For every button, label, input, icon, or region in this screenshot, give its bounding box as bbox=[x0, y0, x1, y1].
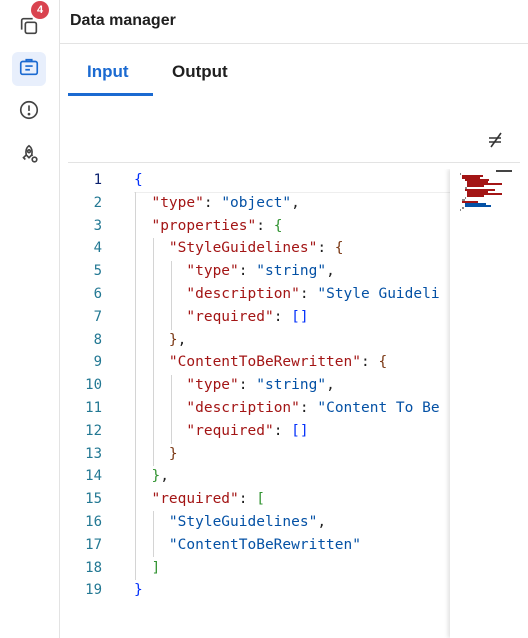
minimap-line bbox=[462, 207, 464, 209]
files-button[interactable]: 4 bbox=[12, 1, 49, 45]
panel-header: Data manager bbox=[60, 0, 528, 44]
deploy-button[interactable] bbox=[12, 139, 46, 173]
line-number: 6 bbox=[93, 285, 102, 302]
notification-badge: 4 bbox=[31, 1, 49, 19]
line-number: 9 bbox=[93, 354, 102, 371]
line-number: 11 bbox=[85, 399, 102, 416]
data-manager-button[interactable] bbox=[12, 52, 46, 86]
minimap-line bbox=[464, 197, 466, 199]
line-number: 16 bbox=[85, 513, 102, 530]
line-number: 7 bbox=[93, 308, 102, 325]
json-editor[interactable]: 1 2 3 4 5 6 7 8 9 10 11 12 13 14 15 16 17 18 19 { "type": … bbox=[68, 169, 520, 638]
code-minimap[interactable] bbox=[450, 169, 520, 638]
line-number: 4 bbox=[93, 240, 102, 257]
minimap-line bbox=[467, 195, 484, 197]
indent-guide bbox=[171, 375, 172, 444]
alert-icon bbox=[18, 99, 40, 126]
line-number: 3 bbox=[93, 217, 102, 234]
page-title: Data manager bbox=[70, 12, 176, 29]
line-number: 12 bbox=[85, 422, 102, 439]
tab-input[interactable]: Input bbox=[87, 62, 129, 82]
line-number: 10 bbox=[85, 377, 102, 394]
tab-bar: Input Output bbox=[68, 44, 528, 98]
line-number: 5 bbox=[93, 263, 102, 280]
word-wrap-toggle-button[interactable] bbox=[484, 131, 508, 153]
rocket-icon bbox=[18, 143, 40, 170]
briefcase-icon bbox=[18, 56, 40, 83]
line-number: 2 bbox=[93, 194, 102, 211]
line-number: 14 bbox=[85, 468, 102, 485]
line-number: 1 bbox=[93, 172, 102, 188]
minimap-line bbox=[460, 173, 462, 175]
active-tab-indicator bbox=[68, 93, 153, 96]
line-number: 19 bbox=[85, 582, 102, 599]
minimap-line bbox=[460, 209, 462, 211]
line-number: 18 bbox=[85, 559, 102, 576]
scrollbar-position-marker bbox=[496, 170, 512, 172]
line-number: 17 bbox=[85, 536, 102, 553]
minimap-line bbox=[467, 185, 484, 187]
editor-divider bbox=[68, 162, 520, 163]
tab-output[interactable]: Output bbox=[172, 62, 228, 82]
alerts-button[interactable] bbox=[12, 95, 46, 129]
line-number: 15 bbox=[85, 491, 102, 508]
indent-guide bbox=[153, 238, 154, 466]
indent-guide bbox=[135, 192, 136, 580]
line-number: 13 bbox=[85, 445, 102, 462]
indent-guide bbox=[171, 261, 172, 330]
word-wrap-toggle-icon bbox=[486, 130, 506, 155]
minimap-line bbox=[464, 205, 492, 207]
indent-guide bbox=[153, 511, 154, 557]
left-rail: 4 bbox=[0, 0, 60, 638]
line-number-gutter: 1 2 3 4 5 6 7 8 9 10 11 12 13 14 15 16 17 18 19 bbox=[68, 169, 116, 602]
line-number: 8 bbox=[93, 331, 102, 348]
